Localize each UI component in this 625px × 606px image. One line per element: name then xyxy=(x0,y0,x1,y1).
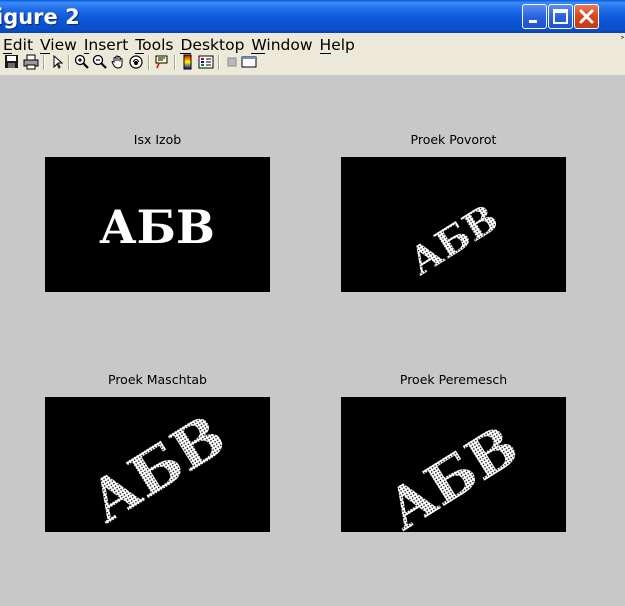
image-text-4: АБВ xyxy=(375,413,529,532)
maximize-button[interactable] xyxy=(548,4,573,29)
axes-title-3: Proek Maschtab xyxy=(108,372,207,387)
pointer-icon[interactable] xyxy=(49,54,65,70)
data-cursor-icon[interactable] xyxy=(154,54,170,70)
menu-desktop[interactable]: Desktop xyxy=(180,34,244,56)
zoom-in-icon[interactable] xyxy=(74,54,90,70)
close-button[interactable] xyxy=(574,4,599,29)
axes-title-4: Proek Peremesch xyxy=(399,372,508,387)
menu-bar: Edit View Insert Tools Desktop Window Help ˃ xyxy=(0,33,625,75)
minimize-icon xyxy=(529,20,537,23)
print-icon[interactable] xyxy=(23,54,39,70)
menu-tools[interactable]: Tools xyxy=(135,34,173,56)
image-text-2: АБВ xyxy=(401,195,506,284)
plot-tools-hide-icon[interactable] xyxy=(224,54,240,70)
axes-title-2: Proek Povorot xyxy=(410,132,497,147)
window-title: igure 2 xyxy=(0,5,80,29)
axes-3-image[interactable]: АБВ xyxy=(45,397,270,532)
glyph-image-3: АБВ xyxy=(77,402,237,532)
zoom-out-icon[interactable] xyxy=(92,54,108,70)
close-icon xyxy=(579,9,594,24)
menu-view[interactable]: View xyxy=(40,34,77,56)
save-icon[interactable] xyxy=(4,54,20,70)
menu-help[interactable]: Help xyxy=(319,34,355,56)
chevron-icon[interactable]: ˃ xyxy=(620,36,625,47)
image-text-1: АБВ xyxy=(99,200,215,254)
axes-1-image[interactable]: АБВ xyxy=(45,157,270,292)
axes-4-image[interactable]: АБВ xyxy=(341,397,566,532)
title-bar[interactable]: igure 2 xyxy=(0,0,625,33)
glyph-image-4: АБВ xyxy=(375,413,529,532)
axes-2-image[interactable]: АБВ xyxy=(341,157,566,292)
plot-tools-show-icon[interactable] xyxy=(241,54,257,70)
pan-icon[interactable] xyxy=(110,54,126,70)
image-text-3: АБВ xyxy=(77,402,237,532)
axes-title-1: Isx Izob xyxy=(133,132,182,147)
menu: Edit View Insert Tools Desktop Window Help xyxy=(0,34,362,56)
glyph-image-2: АБВ xyxy=(401,195,506,284)
minimize-button[interactable] xyxy=(522,4,547,29)
legend-icon[interactable] xyxy=(198,54,214,70)
colorbar-icon[interactable] xyxy=(180,54,196,70)
menu-insert[interactable]: Insert xyxy=(83,34,128,56)
menu-window[interactable]: Window xyxy=(251,34,313,56)
maximize-icon xyxy=(553,9,568,24)
glyph-image-1: АБВ xyxy=(99,200,215,254)
figure-canvas: Isx Izob АБВ Proek Povorot АБВ Proek Mas… xyxy=(0,75,625,606)
rotate-3d-icon[interactable] xyxy=(128,54,144,70)
menu-edit[interactable]: Edit xyxy=(3,34,33,56)
